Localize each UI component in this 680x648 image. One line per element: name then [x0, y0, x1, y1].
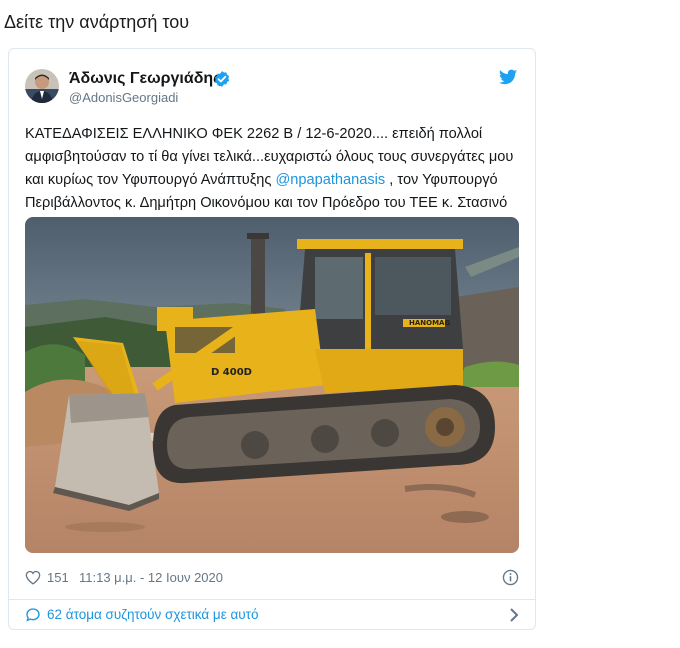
speech-bubble-icon	[26, 608, 40, 622]
page-heading: Δείτε την ανάρτησή του	[4, 12, 190, 32]
embedded-tweet-card[interactable]: Άδωνις Γεωργιάδης @AdonisGeorgiadi ΚΑΤΕΔ…	[8, 48, 536, 630]
author-name[interactable]: Άδωνις Γεωργιάδης	[69, 70, 221, 88]
tweet-text: ΚΑΤΕΔΑΦΙΣΕΙΣ ΕΛΛΗΝΙΚΟ ΦΕΚ 2262 Β / 12-6-…	[25, 123, 525, 215]
mention-link[interactable]: @npapathanasis	[275, 172, 385, 188]
tweet-timestamp[interactable]: 11:13 μ.μ. - 12 Ιουν 2020	[79, 570, 223, 585]
author-avatar[interactable]	[25, 69, 59, 103]
verified-badge-icon	[214, 71, 230, 87]
heart-icon[interactable]	[25, 570, 41, 585]
divider	[9, 599, 535, 600]
chevron-right-icon[interactable]	[509, 607, 519, 623]
author-handle[interactable]: @AdonisGeorgiadi	[69, 90, 178, 105]
info-icon[interactable]	[502, 569, 519, 586]
twitter-bird-icon[interactable]	[499, 69, 517, 85]
like-count: 151	[47, 570, 69, 585]
conversation-link[interactable]: 62 άτομα συζητούν σχετικά με αυτό	[25, 605, 519, 625]
conversation-text[interactable]: 62 άτομα συζητούν σχετικά με αυτό	[47, 607, 259, 622]
bulldozer-model-text: D 400D	[211, 367, 252, 378]
tweet-photo[interactable]: HANOMAG D 400D	[25, 217, 519, 553]
tweet-meta: 151 11:13 μ.μ. - 12 Ιουν 2020	[25, 569, 519, 589]
bulldozer-brand-text: HANOMAG	[409, 319, 450, 327]
